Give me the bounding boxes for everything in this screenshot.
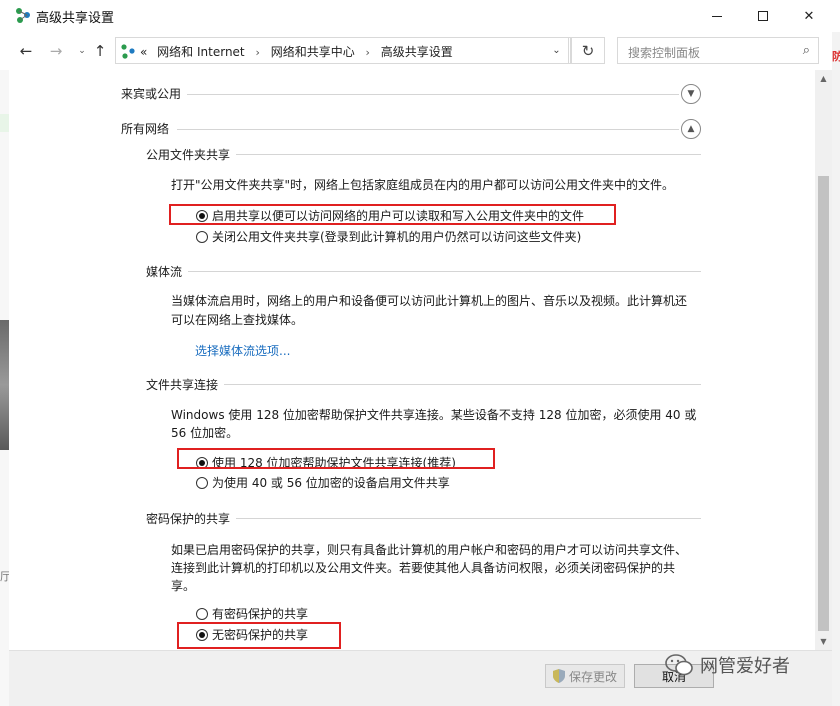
background-window-edge-right (832, 32, 840, 706)
collapse-button[interactable]: ▲ (681, 119, 701, 139)
breadcrumb-item-advanced-sharing[interactable]: 高级共享设置 (381, 45, 453, 59)
radio-button[interactable] (196, 607, 208, 620)
settings-content: 来宾或公用 ▼ 所有网络 ▲ 公用文件夹共享 打开"公用文件夹共享"时，网络上包… (9, 70, 815, 650)
chevron-down-icon: ▼ (687, 89, 695, 99)
network-icon (121, 44, 135, 59)
breadcrumb-separator-icon[interactable]: › (255, 46, 259, 59)
radio-encryption-40-56[interactable]: 为使用 40 或 56 位加密的设备启用文件共享 (196, 474, 450, 491)
window-title: 高级共享设置 (36, 11, 115, 26)
close-icon: ✕ (803, 8, 815, 24)
divider (177, 129, 679, 130)
maximize-button[interactable] (740, 0, 786, 32)
refresh-button[interactable]: ↻ (571, 37, 605, 64)
chevron-up-icon: ▲ (687, 124, 695, 134)
divider (224, 384, 701, 385)
radio-button[interactable] (196, 230, 208, 243)
minimize-icon (712, 15, 722, 17)
divider (236, 518, 701, 519)
breadcrumb: « 网络和 Internet › 网络和共享中心 › 高级共享设置 (140, 43, 453, 60)
expand-button[interactable]: ▼ (681, 84, 701, 104)
media-streaming-options-link[interactable]: 选择媒体流选项... (195, 342, 290, 359)
radio-public-folder-off[interactable]: 关闭公用文件夹共享(登录到此计算机的用户仍然可以访问这些文件夹) (196, 228, 581, 245)
section-all-networks-label[interactable]: 所有网络 (121, 120, 169, 137)
address-dropdown-button[interactable]: ⌄ (545, 37, 569, 64)
background-image-fragment (0, 320, 9, 450)
highlight-box (169, 204, 616, 225)
divider (236, 154, 701, 155)
file-sharing-description-line2: 56 位加密。 (171, 426, 239, 440)
breadcrumb-separator-icon[interactable]: › (366, 46, 370, 59)
radio-label: 为使用 40 或 56 位加密的设备启用文件共享 (212, 476, 450, 490)
file-sharing-description-line1: Windows 使用 128 位加密帮助保护文件共享连接。某些设备不支持 128… (171, 408, 697, 422)
password-description-line2: 连接到此计算机的打印机以及公用文件夹。若要使其他人具备访问权限，必须关闭密码保护… (171, 561, 676, 575)
scroll-thumb[interactable] (818, 176, 829, 631)
media-description-line1: 当媒体流启用时，网络上的用户和设备便可以访问此计算机上的图片、音乐以及视频。此计… (171, 294, 688, 308)
arrow-up-icon: ↑ (93, 42, 107, 60)
divider (187, 94, 679, 95)
radio-label: 关闭公用文件夹共享(登录到此计算机的用户仍然可以访问这些文件夹) (212, 230, 582, 244)
address-bar[interactable]: « 网络和 Internet › 网络和共享中心 › 高级共享设置 (115, 37, 571, 64)
section-guest-public-label[interactable]: 来宾或公用 (121, 85, 181, 102)
background-window-fragment (0, 114, 9, 132)
maximize-icon (758, 11, 768, 21)
search-icon: ⌕ (802, 43, 810, 58)
watermark: 网管爱好者 (664, 652, 790, 678)
search-input[interactable]: 搜索控制面板 ⌕ (617, 37, 819, 64)
save-changes-button[interactable]: 保存更改 (545, 664, 625, 688)
breadcrumb-item-network-internet[interactable]: 网络和 Internet (157, 45, 244, 59)
breadcrumb-item-network-sharing-center[interactable]: 网络和共享中心 (271, 45, 355, 59)
minimize-button[interactable] (694, 0, 740, 32)
network-icon (16, 8, 30, 23)
vertical-scrollbar[interactable]: ▲ ▼ (815, 70, 832, 650)
uac-shield-icon (552, 669, 565, 683)
recent-locations-button[interactable]: ⌄ (72, 41, 92, 61)
radio-password-on[interactable]: 有密码保护的共享 (196, 605, 308, 622)
password-description-line1: 如果已启用密码保护的共享，则只有具备此计算机的用户帐户和密码的用户才可以访问共享… (171, 543, 688, 557)
chevron-down-icon: ⌄ (552, 45, 561, 56)
public-folder-sharing-title: 公用文件夹共享 (146, 148, 231, 162)
back-button[interactable]: ← (16, 41, 36, 61)
scroll-up-button[interactable]: ▲ (815, 70, 832, 87)
background-text-fragment-right: 防 (832, 50, 840, 63)
close-button[interactable]: ✕ (786, 0, 832, 32)
save-button-label: 保存更改 (568, 669, 617, 684)
radio-label: 有密码保护的共享 (212, 607, 309, 621)
watermark-text: 网管爱好者 (700, 656, 790, 677)
media-description-line2: 可以在网络上查找媒体。 (171, 313, 304, 327)
file-sharing-connections-title: 文件共享连接 (146, 378, 219, 392)
media-streaming-title: 媒体流 (146, 265, 183, 279)
refresh-icon: ↻ (581, 41, 595, 60)
arrow-left-icon: ← (19, 42, 33, 60)
public-folder-description: 打开"公用文件夹共享"时，网络上包括家庭组成员在内的用户都可以访问公用文件夹中的… (171, 178, 675, 192)
title-bar: 高级共享设置 ✕ (0, 0, 840, 32)
password-protected-sharing-title: 密码保护的共享 (146, 512, 231, 526)
chevron-down-icon: ⌄ (78, 46, 86, 56)
radio-button[interactable] (196, 476, 208, 489)
highlight-box (177, 622, 341, 649)
navigation-bar: ← → ⌄ ↑ « 网络和 Internet › 网络和共享中心 › 高级共享设… (0, 32, 840, 70)
forward-button[interactable]: → (46, 41, 66, 61)
arrow-right-icon: → (49, 42, 63, 60)
search-placeholder: 搜索控制面板 (628, 46, 701, 60)
divider (188, 271, 701, 272)
scroll-down-button[interactable]: ▼ (815, 633, 832, 650)
background-window-edge: 厅 (0, 70, 11, 706)
highlight-box (177, 448, 495, 469)
breadcrumb-overflow[interactable]: « (140, 45, 147, 59)
password-description-line3: 享。 (171, 579, 196, 593)
wechat-icon (665, 654, 693, 676)
up-button[interactable]: ↑ (90, 41, 110, 61)
